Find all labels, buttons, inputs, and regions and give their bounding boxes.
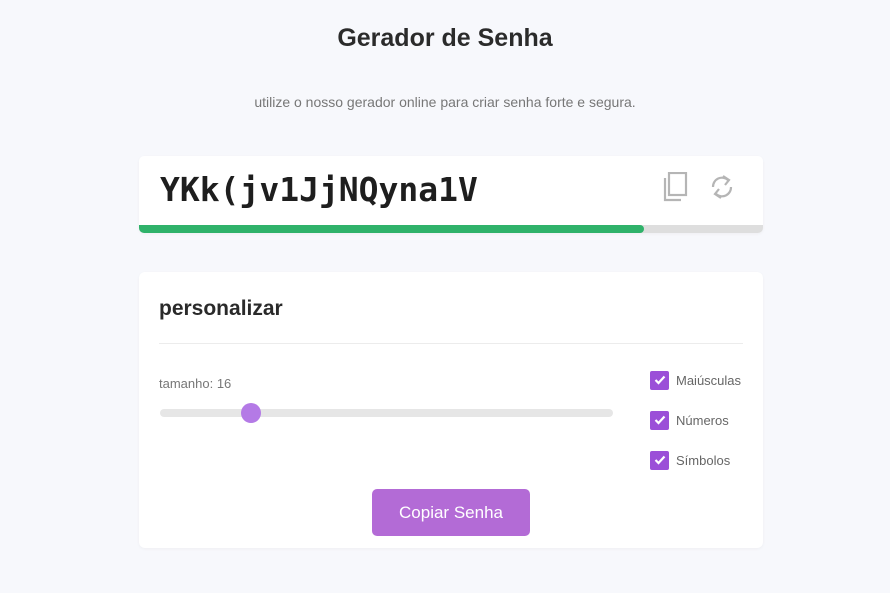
refresh-icon <box>711 175 733 199</box>
checkbox-uppercase[interactable] <box>650 370 669 390</box>
page-subtitle: utilize o nosso gerador online para cria… <box>254 94 636 110</box>
slider-track <box>160 409 613 417</box>
check-icon <box>654 375 665 385</box>
page-title: Gerador de Senha <box>337 24 553 52</box>
password-card: YKk(jv1JjNQyna1V <box>139 156 763 233</box>
option-label: Números <box>676 412 729 428</box>
copy-password-button[interactable]: Copiar Senha <box>372 489 530 536</box>
password-display[interactable]: YKk(jv1JjNQyna1V <box>160 170 478 209</box>
check-icon <box>654 455 665 465</box>
option-label: Símbolos <box>676 452 731 468</box>
length-slider[interactable] <box>160 403 613 423</box>
check-icon <box>654 415 665 425</box>
strength-bar-fill <box>139 225 645 233</box>
checkbox-symbols[interactable] <box>650 450 669 470</box>
strength-bar <box>139 225 763 233</box>
option-uppercase[interactable]: Maiúsculas <box>650 370 741 390</box>
option-symbols[interactable]: Símbolos <box>650 450 730 470</box>
option-label: Maiúsculas <box>676 372 742 388</box>
option-numbers[interactable]: Números <box>650 410 729 430</box>
length-label: tamanho: 16 <box>159 376 232 391</box>
customize-title: personalizar <box>159 297 283 320</box>
copy-icon <box>663 172 688 202</box>
customize-card: personalizar tamanho: 16 Maiúsculas Núme… <box>139 272 763 548</box>
slider-thumb[interactable] <box>240 403 261 423</box>
divider <box>159 343 743 344</box>
copy-icon-button[interactable] <box>660 170 690 204</box>
checkbox-numbers[interactable] <box>650 410 669 430</box>
refresh-icon-button[interactable] <box>707 170 737 204</box>
